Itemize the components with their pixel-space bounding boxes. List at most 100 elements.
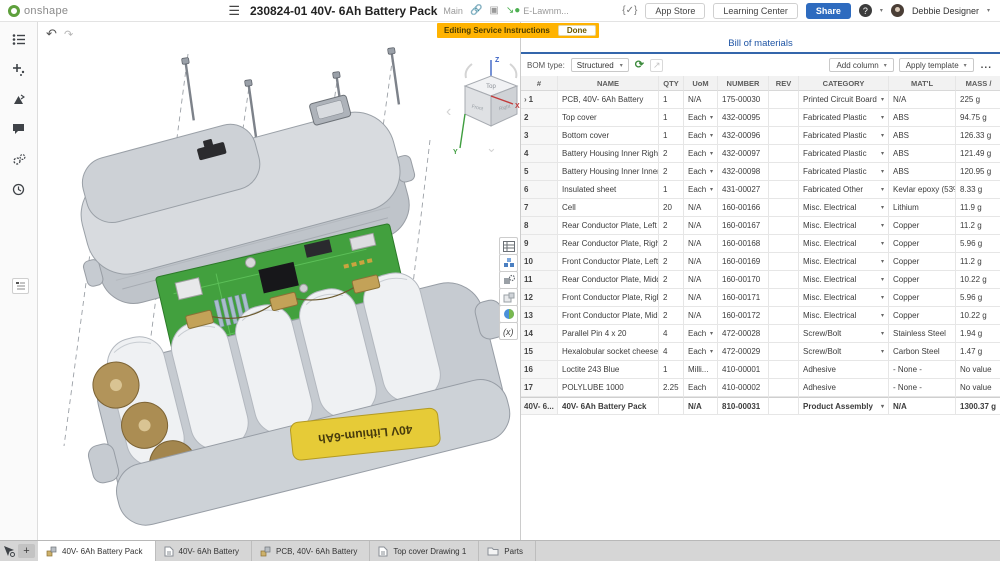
category-dropdown-caret-icon[interactable]: ▾ <box>881 348 884 355</box>
column-header[interactable]: REV <box>769 76 799 91</box>
cell-qty[interactable]: 4 <box>659 343 684 361</box>
document-tab[interactable]: 40V- 6Ah Battery Pack <box>38 541 156 561</box>
user-avatar[interactable] <box>891 4 904 17</box>
cell-material[interactable]: Lithium <box>889 199 956 217</box>
uom-dropdown-caret-icon[interactable]: ▾ <box>710 114 713 121</box>
cell-category[interactable]: Fabricated Plastic▾ <box>799 127 889 145</box>
sheet-metal-icon[interactable] <box>499 288 518 306</box>
cell-rev[interactable] <box>769 91 799 109</box>
column-header[interactable]: MASS / <box>956 76 1000 91</box>
cell-name[interactable]: Hexalobular socket cheese he... <box>558 343 659 361</box>
cell-number[interactable]: 160-00166 <box>718 199 769 217</box>
label-badge-icon[interactable]: ▣ <box>489 5 498 16</box>
expand-row-icon[interactable]: › <box>524 95 527 104</box>
cell-number[interactable]: 160-00169 <box>718 253 769 271</box>
column-header[interactable]: NUMBER <box>718 76 769 91</box>
uom-dropdown-caret-icon[interactable]: ▾ <box>710 168 713 175</box>
cell-rev[interactable] <box>769 325 799 343</box>
bom-row[interactable]: 11Rear Conductor Plate, Middle2N/A160-00… <box>521 271 1000 289</box>
cell-name[interactable]: Parallel Pin 4 x 20 <box>558 325 659 343</box>
cell-rev[interactable] <box>769 361 799 379</box>
sidebar-mate-icon[interactable] <box>9 90 29 108</box>
cell-material[interactable]: Copper <box>889 253 956 271</box>
branch-indicator[interactable]: ↘● E-Lawnm... <box>506 5 569 16</box>
cell-number[interactable]: 432-00096 <box>718 127 769 145</box>
named-positions-icon[interactable] <box>499 271 518 289</box>
cell-uom[interactable]: N/A <box>684 289 718 307</box>
bom-row[interactable]: 13Front Conductor Plate, Middle2N/A160-0… <box>521 307 1000 325</box>
graphics-canvas[interactable]: ↶ ↷ ‹ › ⌄ Z Top Front Right X Y <box>38 22 520 540</box>
cell-qty[interactable]: 2.25 <box>659 379 684 397</box>
cell-rev[interactable] <box>769 253 799 271</box>
bom-total-row[interactable]: 40V- 6...40V- 6Ah Battery PackN/A810-000… <box>521 397 1000 415</box>
column-header[interactable]: QTY <box>659 76 684 91</box>
bom-row[interactable]: 9Rear Conductor Plate, Right2N/A160-0016… <box>521 235 1000 253</box>
cell-number[interactable]: 160-00168 <box>718 235 769 253</box>
category-dropdown-caret-icon[interactable]: ▾ <box>881 150 884 157</box>
add-column-button[interactable]: Add column ▾ <box>829 58 893 72</box>
cell-qty[interactable]: 2 <box>659 307 684 325</box>
cell-name[interactable]: Front Conductor Plate, Middle <box>558 307 659 325</box>
cell-number[interactable]: 175-00030 <box>718 91 769 109</box>
category-dropdown-caret-icon[interactable]: ▾ <box>881 114 884 121</box>
sidebar-insert-icon[interactable] <box>9 60 29 78</box>
category-dropdown-caret-icon[interactable]: ▾ <box>881 276 884 283</box>
uom-dropdown-caret-icon[interactable]: ▾ <box>710 186 713 193</box>
document-tab[interactable]: Parts <box>479 541 536 561</box>
cell-qty[interactable]: 2 <box>659 145 684 163</box>
column-header[interactable]: NAME <box>558 76 659 91</box>
cell-name[interactable]: Front Conductor Plate, Left <box>558 253 659 271</box>
apply-template-button[interactable]: Apply template ▾ <box>899 58 974 72</box>
cell-number[interactable]: 432-00098 <box>718 163 769 181</box>
refresh-bom-icon[interactable]: ⟳ <box>635 60 644 70</box>
cell-qty[interactable]: 2 <box>659 271 684 289</box>
uom-dropdown-caret-icon[interactable]: ▾ <box>710 348 713 355</box>
category-dropdown-caret-icon[interactable]: ▾ <box>881 186 884 193</box>
cell-name[interactable]: Top cover <box>558 109 659 127</box>
exploded-assembly-model[interactable]: 40V Lithium-6Ah <box>38 22 520 540</box>
cell-rev[interactable] <box>769 181 799 199</box>
cell-number[interactable]: 472-00028 <box>718 325 769 343</box>
cell-rev[interactable] <box>769 163 799 181</box>
cell-name[interactable]: Battery Housing Inner Inner L... <box>558 163 659 181</box>
bom-more-options-button[interactable]: ... <box>979 60 994 71</box>
cell-uom[interactable]: Each▾ <box>684 325 718 343</box>
cell-rev[interactable] <box>769 397 799 415</box>
cell-uom[interactable]: Each▾ <box>684 163 718 181</box>
learning-center-button[interactable]: Learning Center <box>713 3 798 19</box>
column-header[interactable]: CATEGORY <box>799 76 889 91</box>
cell-qty[interactable]: 2 <box>659 217 684 235</box>
cell-material[interactable]: Copper <box>889 307 956 325</box>
cell-qty[interactable] <box>659 397 684 415</box>
category-dropdown-caret-icon[interactable]: ▾ <box>881 204 884 211</box>
instances-panel-toggle[interactable] <box>12 278 29 294</box>
cell-rev[interactable] <box>769 289 799 307</box>
cell-number[interactable]: 432-00097 <box>718 145 769 163</box>
cell-qty[interactable]: 1 <box>659 109 684 127</box>
cell-name[interactable]: 40V- 6Ah Battery Pack <box>558 397 659 415</box>
bom-row[interactable]: 17POLYLUBE 10002.25Each410-00002Adhesive… <box>521 379 1000 397</box>
bom-type-dropdown[interactable]: Structured ▾ <box>571 58 629 72</box>
user-menu-caret-icon[interactable]: ▾ <box>987 7 990 14</box>
cell-number[interactable]: 410-00002 <box>718 379 769 397</box>
app-store-button[interactable]: App Store <box>645 3 705 19</box>
cell-material[interactable]: - None - <box>889 379 956 397</box>
cell-rev[interactable] <box>769 199 799 217</box>
cell-name[interactable]: Rear Conductor Plate, Left <box>558 217 659 235</box>
cell-qty[interactable]: 20 <box>659 199 684 217</box>
cell-number[interactable]: 431-00027 <box>718 181 769 199</box>
sidebar-comment-icon[interactable] <box>9 120 29 138</box>
cell-name[interactable]: Rear Conductor Plate, Right <box>558 235 659 253</box>
cell-qty[interactable]: 2 <box>659 253 684 271</box>
uom-dropdown-caret-icon[interactable]: ▾ <box>710 150 713 157</box>
cell-number[interactable]: 160-00171 <box>718 289 769 307</box>
cell-uom[interactable]: Each▾ <box>684 109 718 127</box>
uom-dropdown-caret-icon[interactable]: ▾ <box>710 132 713 139</box>
cell-rev[interactable] <box>769 271 799 289</box>
cell-category[interactable]: Fabricated Plastic▾ <box>799 163 889 181</box>
cell-material[interactable]: N/A <box>889 91 956 109</box>
cell-category[interactable]: Fabricated Other▾ <box>799 181 889 199</box>
cell-qty[interactable]: 2 <box>659 235 684 253</box>
cell-rev[interactable] <box>769 217 799 235</box>
document-menu-icon[interactable]: ☰ <box>228 3 240 19</box>
